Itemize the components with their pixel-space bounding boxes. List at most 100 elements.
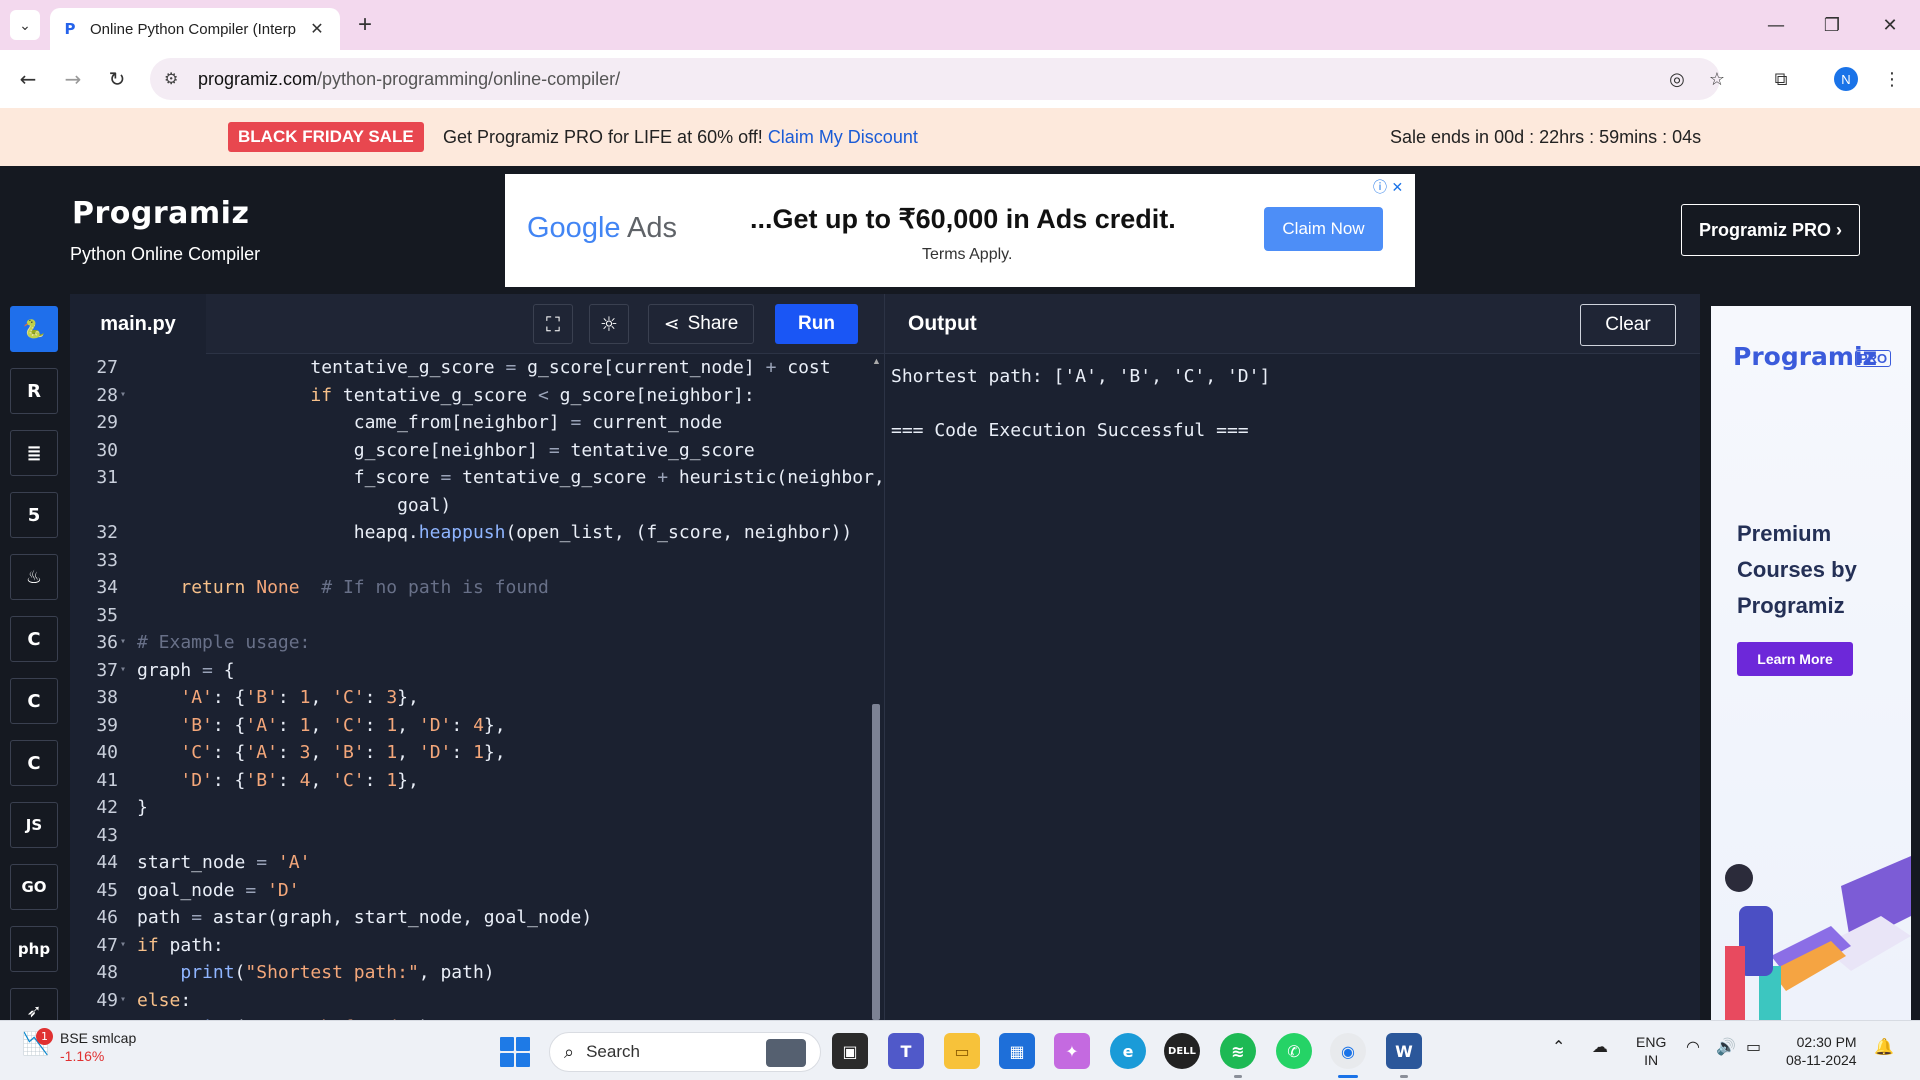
code-line[interactable]: 33 [70, 550, 870, 578]
line-number: 31 [96, 467, 118, 488]
programiz-pro-button[interactable]: Programiz PRO › [1681, 204, 1860, 256]
teams-icon[interactable]: T [888, 1033, 924, 1069]
claim-discount-link[interactable]: Claim My Discount [768, 127, 918, 147]
code-line[interactable]: 35 [70, 605, 870, 633]
chevron-down-icon: ⌄ [19, 16, 31, 33]
programiz-pro-ad[interactable]: Programiz PRO Premium Courses by Program… [1711, 306, 1911, 1020]
copilot-icon[interactable]: ✦ [1054, 1033, 1090, 1069]
share-button[interactable]: ⋖ Share [648, 304, 754, 344]
browser-tab-active[interactable]: P Online Python Compiler (Interp ✕ [50, 8, 340, 50]
tab-search-button[interactable]: ⌄ [10, 10, 40, 40]
code-line[interactable]: goal) [70, 495, 870, 523]
code-line[interactable]: 37 ▾ graph = { [70, 660, 870, 688]
language-js-icon[interactable]: JS [10, 802, 58, 848]
fold-arrow-icon[interactable]: ▾ [120, 389, 126, 400]
language-java-icon[interactable]: ♨ [10, 554, 58, 600]
fold-arrow-icon[interactable]: ▾ [120, 994, 126, 1005]
code-line[interactable]: 40 'C': {'A': 3, 'B': 1, 'D': 1}, [70, 742, 870, 770]
code-line[interactable]: 36 ▾ # Example usage: [70, 632, 870, 660]
chrome-icon[interactable]: ◉ [1330, 1033, 1366, 1069]
show-hidden-icons-chevron-icon[interactable]: ⌃ [1552, 1037, 1565, 1056]
clock[interactable]: 02:30 PM 08-11-2024 [1786, 1033, 1857, 1069]
taskbar-search[interactable]: ⌕ Search [549, 1032, 821, 1072]
language-html-icon[interactable]: 5 [10, 492, 58, 538]
language-cpp-icon[interactable]: C [10, 678, 58, 724]
reload-button[interactable]: ↻ [102, 64, 132, 94]
fold-arrow-icon[interactable]: ▾ [120, 664, 126, 675]
address-bar[interactable]: ⚙ programiz.com/python-programming/onlin… [150, 58, 1720, 100]
store-icon[interactable]: ▦ [999, 1033, 1035, 1069]
code-line[interactable]: 45 goal_node = 'D' [70, 880, 870, 908]
task-view-icon[interactable]: ▣ [832, 1033, 868, 1069]
code-line[interactable]: 48 print("Shortest path:", path) [70, 962, 870, 990]
language-csharp-icon[interactable]: C [10, 740, 58, 786]
whatsapp-icon[interactable]: ✆ [1276, 1033, 1312, 1069]
restore-window-button[interactable]: ❐ [1812, 8, 1852, 42]
code-line[interactable]: 47 ▾ if path: [70, 935, 870, 963]
code-line[interactable]: 30 g_score[neighbor] = tentative_g_score [70, 440, 870, 468]
code-line[interactable]: 29 came_from[neighbor] = current_node [70, 412, 870, 440]
language-r-icon[interactable]: R [10, 368, 58, 414]
input-language-indicator[interactable]: ENG IN [1636, 1033, 1666, 1069]
code-line[interactable]: 41 'D': {'B': 4, 'C': 1}, [70, 770, 870, 798]
bookmark-star-icon[interactable]: ☆ [1702, 64, 1732, 94]
language-sql-icon[interactable]: ≣ [10, 430, 58, 476]
learn-more-button[interactable]: Learn More [1737, 642, 1853, 676]
editor-scrollbar[interactable]: ▲ [872, 354, 882, 1020]
clear-button[interactable]: Clear [1580, 304, 1676, 346]
theme-toggle-icon[interactable]: ☼ [589, 304, 629, 344]
new-tab-button[interactable]: + [350, 10, 380, 40]
code-line[interactable]: 44 start_node = 'A' [70, 852, 870, 880]
edge-icon[interactable]: e [1110, 1033, 1146, 1069]
language-python-icon[interactable]: 🐍 [10, 306, 58, 352]
code-line[interactable]: 28 ▾ if tentative_g_score < g_score[neigh… [70, 385, 870, 413]
code-line[interactable]: 32 heapq.heappush(open_list, (f_score, n… [70, 522, 870, 550]
close-tab-icon[interactable]: ✕ [306, 18, 328, 40]
stock-widget[interactable]: 📉 1 BSE smlcap -1.16% [22, 1028, 136, 1065]
profile-avatar[interactable]: N [1834, 67, 1858, 91]
language-go-icon[interactable]: GO [10, 864, 58, 910]
volume-icon[interactable]: 🔊 [1716, 1037, 1736, 1056]
google-ads-banner[interactable]: Google Ads ...Get up to ₹60,000 in Ads c… [505, 174, 1415, 287]
code-line[interactable]: 34 return None # If no path is found [70, 577, 870, 605]
forward-button[interactable]: → [58, 64, 88, 94]
code-line[interactable]: 31 f_score = tentative_g_score + heurist… [70, 467, 884, 495]
line-number: 36 [96, 632, 118, 653]
close-window-button[interactable]: ✕ [1870, 8, 1910, 42]
code-line[interactable]: 46 path = astar(graph, start_node, goal_n… [70, 907, 870, 935]
programiz-logo[interactable]: Programiz [72, 196, 249, 231]
fold-arrow-icon[interactable]: ▾ [120, 636, 126, 647]
run-button[interactable]: Run [775, 304, 858, 344]
file-tab-main[interactable]: main.py [70, 294, 206, 354]
code-line[interactable]: 43 [70, 825, 870, 853]
windows-start-icon[interactable] [500, 1037, 530, 1067]
language-c-icon[interactable]: C [10, 616, 58, 662]
browser-menu-icon[interactable]: ⋮ [1877, 64, 1907, 94]
code-line[interactable]: 49 ▾ else: [70, 990, 870, 1018]
site-settings-icon[interactable]: ⚙ [164, 69, 186, 89]
ad-claim-button[interactable]: Claim Now [1264, 207, 1383, 251]
fold-arrow-icon[interactable]: ▾ [120, 939, 126, 950]
dell-icon[interactable]: DELL [1164, 1033, 1200, 1069]
code-line[interactable]: 27 tentative_g_score = g_score[current_n… [70, 357, 870, 385]
code-line[interactable]: 42} [70, 797, 870, 825]
wifi-icon[interactable]: ◠ [1686, 1037, 1700, 1056]
notifications-bell-icon[interactable]: 🔔 [1874, 1037, 1894, 1056]
spotify-icon[interactable]: ≋ [1220, 1033, 1256, 1069]
ad-choices-icon[interactable]: ⓘ ✕ [1373, 177, 1403, 197]
language-php-icon[interactable]: php [10, 926, 58, 972]
fullscreen-icon[interactable]: ⛶ [533, 304, 573, 344]
scrollbar-thumb[interactable] [872, 704, 880, 1020]
onedrive-cloud-icon[interactable]: ☁ [1592, 1037, 1608, 1056]
tracking-protection-icon[interactable]: ◎ [1662, 64, 1692, 94]
file-explorer-icon[interactable]: ▭ [944, 1033, 980, 1069]
word-icon[interactable]: W [1386, 1033, 1422, 1069]
minimize-window-button[interactable]: — [1756, 8, 1796, 42]
back-button[interactable]: ← [13, 64, 43, 94]
code-line[interactable]: 39 'B': {'A': 1, 'C': 1, 'D': 4}, [70, 715, 870, 743]
code-line[interactable]: 38 'A': {'B': 1, 'C': 3}, [70, 687, 870, 715]
extensions-icon[interactable]: ⧉ [1766, 64, 1796, 94]
battery-icon[interactable]: ▭ [1746, 1037, 1761, 1056]
code-area[interactable]: 27 tentative_g_score = g_score[current_n… [70, 354, 884, 1020]
output-line: Shortest path: ['A', 'B', 'C', 'D'] [891, 366, 1271, 387]
